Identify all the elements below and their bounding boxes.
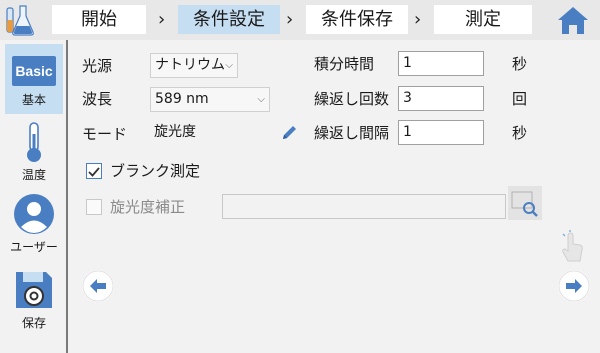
rotation-correction-label: 旋光度補正 (110, 198, 186, 216)
step-measure[interactable]: 測定 (434, 5, 532, 34)
mode-label: モード (82, 125, 128, 143)
sidebar-item-temperature[interactable]: 温度 (5, 120, 63, 186)
step-condition-save[interactable]: 条件保存 (306, 5, 408, 34)
sidebar-item-save[interactable]: 保存 (5, 268, 63, 340)
repeat-interval-label: 繰返し間隔 (314, 124, 390, 142)
arrow-left-icon (82, 270, 114, 302)
sidebar-item-basic[interactable]: Basic 基本 (5, 44, 63, 114)
basic-badge: Basic (12, 56, 56, 86)
repeat-count-unit: 回 (512, 90, 528, 108)
sidebar: Basic 基本 温度 ユーザー 保存 (0, 40, 68, 353)
chevron-right-icon: › (414, 9, 422, 30)
wavelength-select[interactable]: 589 nm ⌵ (150, 87, 270, 112)
chevron-right-icon: › (286, 9, 294, 30)
mode-field[interactable]: 旋光度 (150, 121, 302, 146)
step-condition-settings[interactable]: 条件設定 (178, 5, 280, 34)
sidebar-item-label: 保存 (21, 316, 46, 330)
blank-measure-label: ブランク測定 (110, 162, 201, 180)
blank-measure-checkbox[interactable] (86, 163, 102, 179)
search-icon (511, 191, 538, 217)
sidebar-item-label: 基本 (21, 93, 46, 107)
flask-icon (6, 5, 34, 36)
step-bar: 開始 › 条件設定 › 条件保存 › 測定 (0, 0, 600, 40)
save-icon (16, 272, 52, 308)
repeat-count-input[interactable]: 3 (398, 86, 484, 111)
integration-time-input[interactable]: 1 (398, 51, 484, 76)
light-source-select[interactable]: ナトリウム ⌵ (150, 53, 238, 78)
search-button[interactable] (508, 186, 542, 220)
repeat-interval-input[interactable]: 1 (398, 120, 484, 145)
sidebar-item-label: ユーザー (10, 240, 58, 254)
back-button[interactable] (82, 270, 114, 302)
wavelength-label: 波長 (82, 90, 113, 108)
user-icon (14, 194, 54, 234)
step-start[interactable]: 開始 (52, 5, 146, 34)
sidebar-item-user[interactable]: ユーザー (5, 192, 63, 262)
chevron-down-icon: ⌵ (257, 94, 265, 105)
light-source-label: 光源 (82, 57, 113, 75)
integration-time-label: 積分時間 (314, 55, 375, 73)
thermometer-icon (27, 122, 41, 162)
chevron-right-icon: › (158, 9, 166, 30)
checkmark-icon (88, 167, 100, 177)
home-icon[interactable] (556, 4, 590, 36)
touch-icon (562, 230, 583, 262)
integration-time-unit: 秒 (512, 55, 528, 73)
repeat-interval-unit: 秒 (512, 124, 528, 142)
pencil-icon[interactable] (280, 124, 298, 142)
chevron-down-icon: ⌵ (225, 60, 233, 71)
rotation-correction-checkbox[interactable] (86, 199, 102, 215)
rotation-correction-input[interactable] (222, 194, 506, 219)
repeat-count-label: 繰返し回数 (314, 90, 390, 108)
forward-button[interactable] (558, 270, 590, 302)
arrow-right-icon (558, 270, 590, 302)
sidebar-item-label: 温度 (21, 168, 46, 182)
condition-settings-panel: 光源 ナトリウム ⌵ 波長 589 nm ⌵ モード 旋光度 積分時間 1 秒 … (70, 40, 600, 353)
